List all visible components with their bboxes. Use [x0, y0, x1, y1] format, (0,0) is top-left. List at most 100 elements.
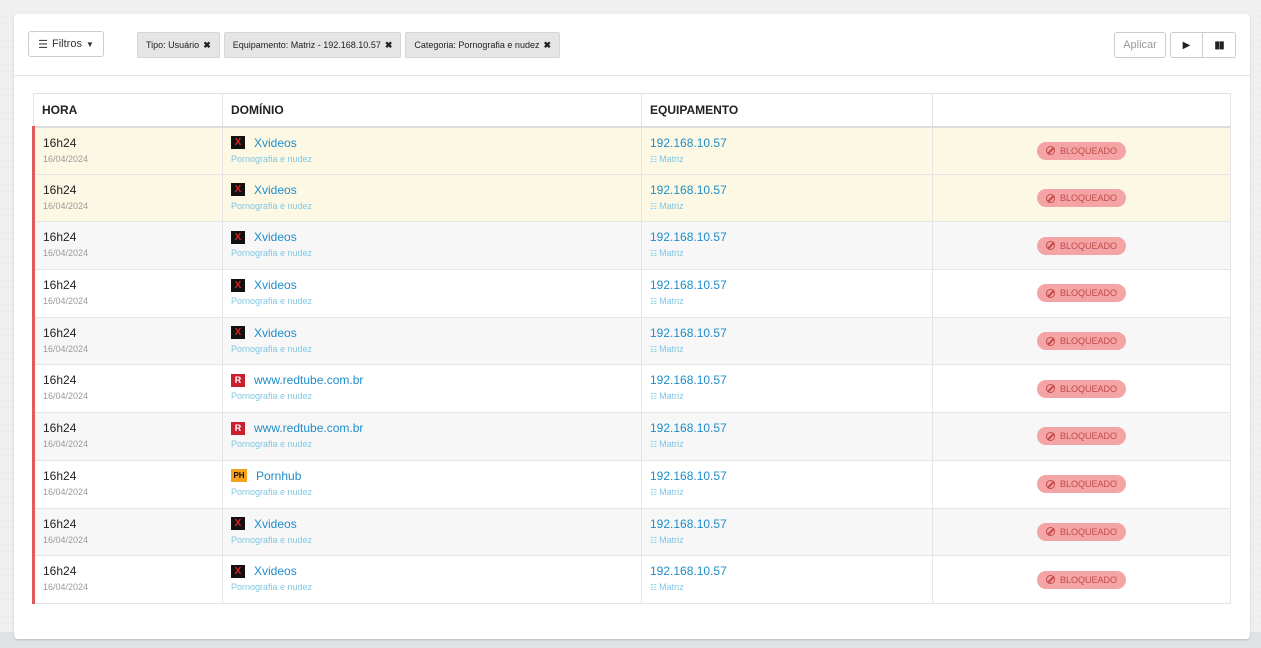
device-link[interactable]: Matriz: [659, 391, 684, 401]
network-icon: ☷: [650, 249, 658, 259]
device-link[interactable]: Matriz: [659, 201, 684, 211]
apply-button[interactable]: Aplicar: [1114, 32, 1166, 58]
category-link[interactable]: Pornografia e nudez: [231, 535, 641, 545]
device-link[interactable]: Matriz: [659, 296, 684, 306]
cell-equipamento: 192.168.10.57 ☷ Matriz: [641, 364, 933, 414]
domain-link[interactable]: Xvideos: [254, 278, 297, 292]
status-text: BLOQUEADO: [1059, 431, 1117, 442]
table-row[interactable]: 16h24 16/04/2024 X Xvideos Pornografia e nud…: [32, 221, 1231, 271]
ip-link[interactable]: 192.168.10.57: [650, 421, 932, 435]
cell-hora: 16h24 16/04/2024: [32, 555, 223, 604]
date-text: 16/04/2024: [43, 248, 89, 259]
ban-icon: [1045, 288, 1055, 298]
time-text: 16h24: [43, 564, 77, 579]
cell-status: BLOQUEADO: [932, 507, 1231, 557]
cell-status: BLOQUEADO: [932, 221, 1231, 271]
xvideos-favicon-icon: X: [231, 564, 245, 578]
category-link[interactable]: Pornografia e nudez: [231, 487, 641, 497]
device-link[interactable]: Matriz: [659, 535, 684, 545]
category-link[interactable]: Pornografia e nudez: [231, 391, 641, 401]
filters-button[interactable]: ☰ Filtros ▼: [28, 31, 104, 57]
domain-link[interactable]: www.redtube.com.br: [254, 421, 363, 435]
caret-down-icon: ▼: [85, 39, 94, 49]
category-link[interactable]: Pornografia e nudez: [231, 154, 641, 164]
domain-link[interactable]: Xvideos: [254, 517, 297, 531]
category-link[interactable]: Pornografia e nudez: [231, 296, 641, 306]
domain-link[interactable]: Xvideos: [254, 564, 297, 578]
network-icon: ☷: [650, 154, 658, 164]
status-text: BLOQUEADO: [1059, 479, 1117, 490]
table-row[interactable]: 16h24 16/04/2024 Rwww.redtube.com.br Pornog…: [32, 364, 1231, 414]
category-link[interactable]: Pornografia e nudez: [231, 439, 641, 449]
table-row[interactable]: 16h24 16/04/2024 X Xvideos Pornografia e nud…: [32, 126, 1231, 175]
domain-link[interactable]: Xvideos: [254, 183, 297, 197]
ip-link[interactable]: 192.168.10.57: [650, 183, 932, 197]
device-link[interactable]: Matriz: [659, 439, 684, 449]
remove-icon[interactable]: ✖: [543, 40, 551, 51]
cell-dominio: X Xvideos Pornografia e nudez: [222, 507, 642, 557]
cell-hora: 16h24 16/04/2024: [32, 126, 223, 175]
status-badge: BLOQUEADO: [1036, 236, 1126, 255]
filter-chip-equipamento[interactable]: Equipamento: Matriz - 192.168.10.57 ✖: [223, 32, 402, 58]
table-row[interactable]: 16h24 16/04/2024 PH Pornhub Pornografia e nu…: [32, 459, 1231, 509]
play-button[interactable]: ▶: [1170, 32, 1203, 58]
time-text: 16h24: [43, 230, 77, 245]
remove-icon[interactable]: ✖: [385, 40, 393, 51]
column-header-dominio[interactable]: DOMÍNIO: [222, 93, 642, 128]
device-link[interactable]: Matriz: [659, 487, 684, 497]
table-row[interactable]: 16h24 16/04/2024 X Xvideos Pornografia e nud…: [32, 173, 1231, 223]
ban-icon: [1045, 575, 1055, 585]
domain-link[interactable]: Xvideos: [254, 230, 297, 244]
ban-icon: [1045, 241, 1055, 251]
ip-link[interactable]: 192.168.10.57: [650, 326, 932, 340]
access-log-table: HORA DOMÍNIO EQUIPAMENTO 16h24 16/04/2024…: [32, 93, 1231, 604]
column-header-equipamento[interactable]: EQUIPAMENTO: [641, 93, 933, 128]
filter-chip-tipo[interactable]: Tipo: Usuário ✖: [137, 32, 220, 58]
device-link[interactable]: Matriz: [659, 582, 684, 592]
ban-icon: [1045, 336, 1055, 346]
device-link[interactable]: Matriz: [659, 248, 684, 258]
network-icon: ☷: [650, 201, 658, 211]
domain-link[interactable]: Pornhub: [256, 469, 301, 483]
ip-link[interactable]: 192.168.10.57: [650, 373, 932, 387]
device-link[interactable]: Matriz: [659, 154, 684, 164]
column-header-hora[interactable]: HORA: [33, 93, 223, 128]
domain-link[interactable]: Xvideos: [254, 136, 297, 150]
time-text: 16h24: [43, 325, 77, 340]
cell-hora: 16h24 16/04/2024: [32, 364, 223, 414]
domain-link[interactable]: Xvideos: [254, 326, 297, 340]
ip-link[interactable]: 192.168.10.57: [650, 469, 932, 483]
ip-link[interactable]: 192.168.10.57: [650, 230, 932, 244]
table-row[interactable]: 16h24 16/04/2024 X Xvideos Pornografia e nud…: [32, 507, 1231, 557]
filter-chip-categoria[interactable]: Categoria: Pornografia e nudez ✖: [405, 32, 561, 58]
time-text: 16h24: [43, 182, 77, 197]
cell-equipamento: 192.168.10.57 ☷ Matriz: [641, 221, 933, 271]
table-row[interactable]: 16h24 16/04/2024 X Xvideos Pornografia e nud…: [32, 316, 1231, 366]
domain-link[interactable]: www.redtube.com.br: [254, 373, 363, 387]
cell-dominio: Rwww.redtube.com.br Pornografia e nudez: [222, 364, 642, 414]
time-text: 16h24: [43, 421, 77, 436]
ip-link[interactable]: 192.168.10.57: [650, 517, 932, 531]
ip-link[interactable]: 192.168.10.57: [650, 278, 932, 292]
table-row[interactable]: 16h24 16/04/2024 X Xvideos Pornografia e nud…: [32, 555, 1231, 604]
cell-status: BLOQUEADO: [932, 269, 1231, 318]
remove-icon[interactable]: ✖: [203, 40, 211, 51]
cell-hora: 16h24 16/04/2024: [32, 173, 223, 223]
ip-link[interactable]: 192.168.10.57: [650, 564, 932, 578]
category-link[interactable]: Pornografia e nudez: [231, 344, 641, 354]
time-text: 16h24: [43, 373, 77, 388]
cell-dominio: X Xvideos Pornografia e nudez: [222, 126, 642, 175]
xvideos-favicon-icon: X: [231, 136, 245, 149]
ip-link[interactable]: 192.168.10.57: [650, 136, 932, 150]
status-badge: BLOQUEADO: [1036, 379, 1126, 398]
table-row[interactable]: 16h24 16/04/2024 Rwww.redtube.com.br Pornog…: [32, 412, 1231, 461]
playback-controls: ▶ ▮▮: [1170, 32, 1236, 58]
table-row[interactable]: 16h24 16/04/2024 X Xvideos Pornografia e nud…: [32, 269, 1231, 318]
category-link[interactable]: Pornografia e nudez: [231, 248, 641, 258]
category-link[interactable]: Pornografia e nudez: [231, 201, 641, 211]
redtube-favicon-icon: R: [231, 421, 245, 435]
category-link[interactable]: Pornografia e nudez: [231, 582, 641, 592]
date-text: 16/04/2024: [43, 296, 89, 307]
pause-button[interactable]: ▮▮: [1203, 32, 1236, 58]
device-link[interactable]: Matriz: [659, 344, 684, 354]
